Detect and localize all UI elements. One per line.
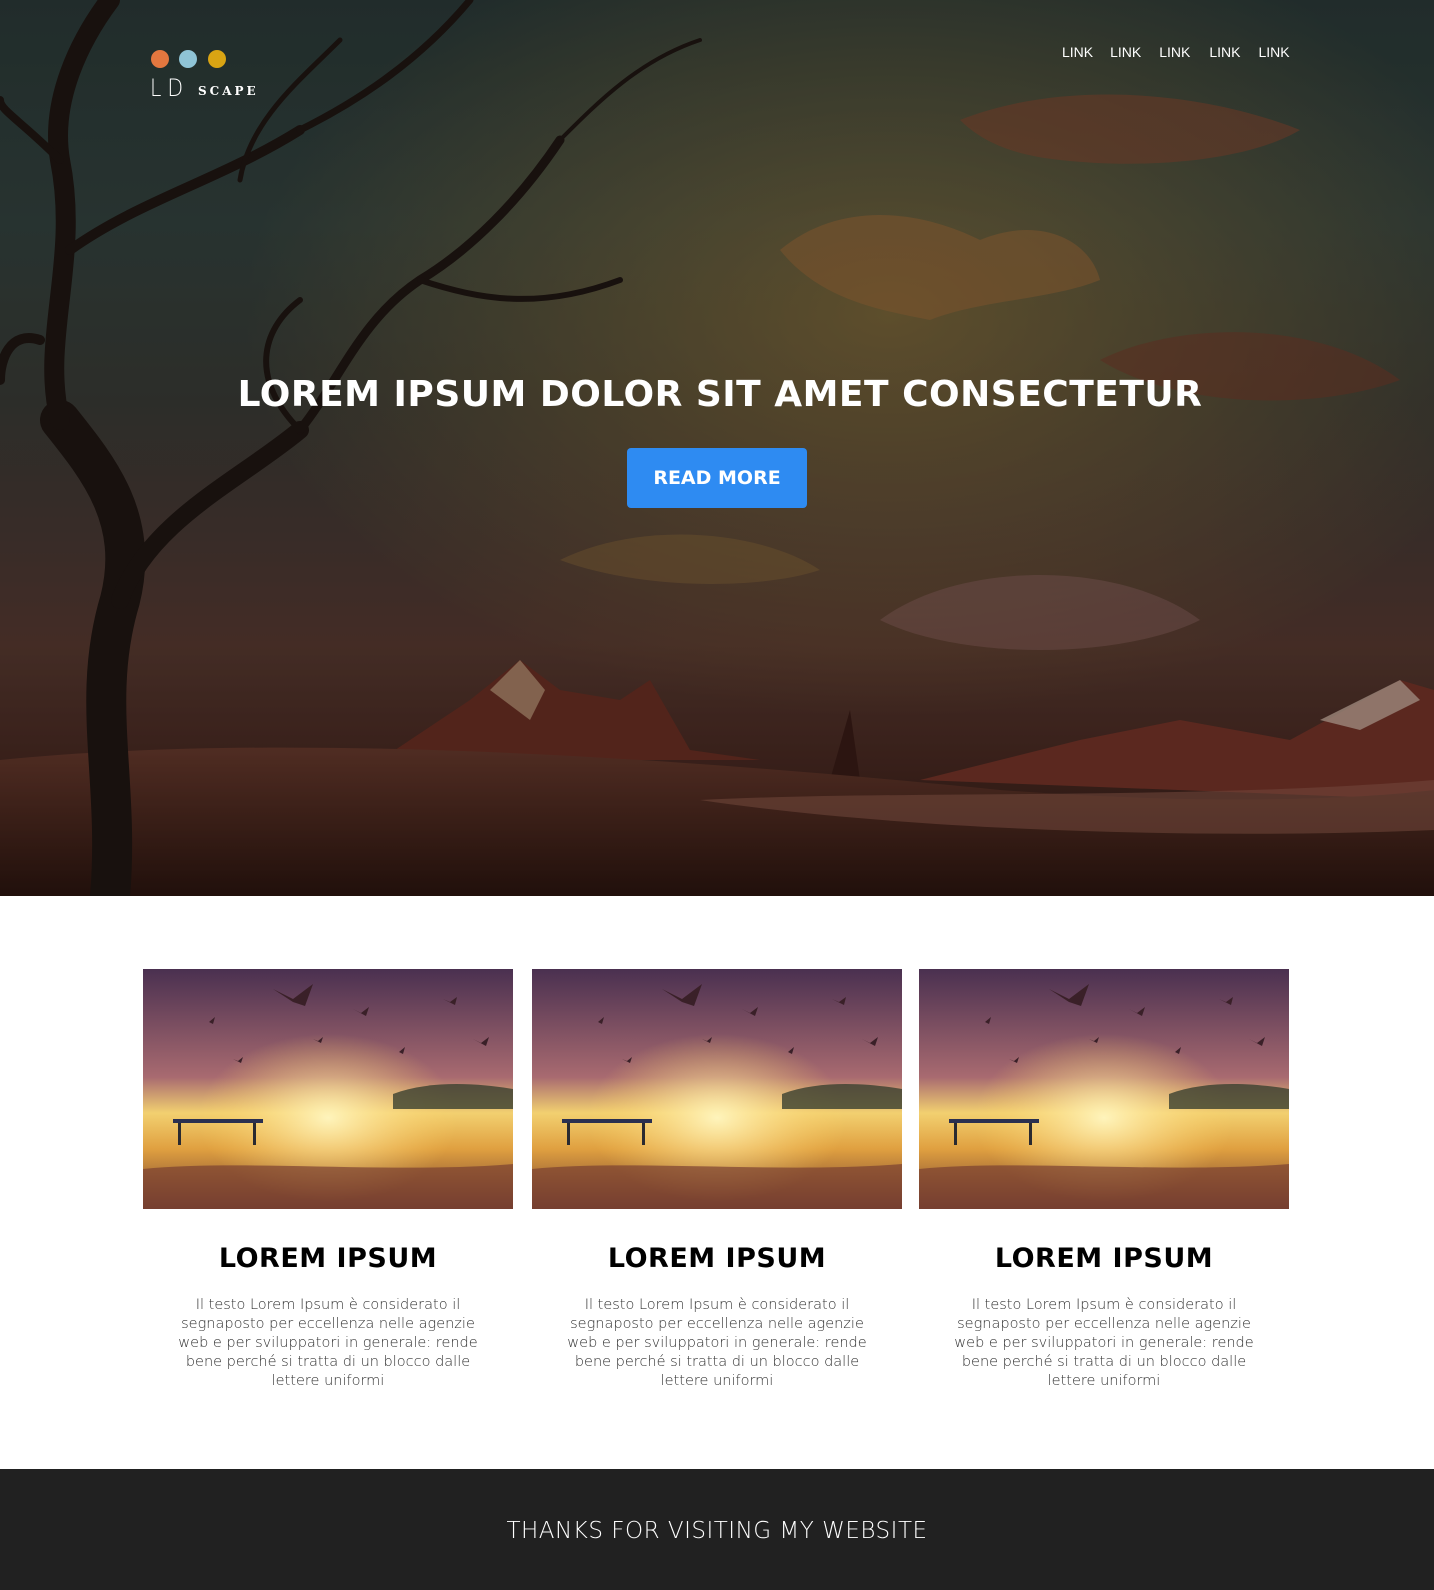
- card: LOREM IPSUM Il testo Lorem Ipsum è consi…: [532, 969, 902, 1391]
- card-title: LOREM IPSUM: [607, 1243, 827, 1274]
- card-text: Il testo Lorem Ipsum è considerato il se…: [954, 1297, 1254, 1389]
- footer-text: THANKS FOR VISITING MY WEBSITE: [506, 1518, 928, 1544]
- logo-word: SCAPE: [198, 84, 259, 98]
- card-image[interactable]: [919, 969, 1289, 1209]
- footer: THANKS FOR VISITING MY WEBSITE: [0, 1469, 1434, 1590]
- card-image[interactable]: [532, 969, 902, 1209]
- logo-dot-orange: [151, 50, 169, 68]
- logo[interactable]: LD SCAPE: [150, 48, 260, 104]
- card-title: LOREM IPSUM: [994, 1243, 1214, 1274]
- top-nav: LINK LINK LINK LINK LINK: [1062, 44, 1290, 60]
- logo-dot-blue: [179, 50, 197, 68]
- card-text: Il testo Lorem Ipsum è considerato il se…: [567, 1297, 867, 1389]
- hero-title: LOREM IPSUM DOLOR SIT AMET CONSECTETUR: [237, 374, 1203, 415]
- nav-link-1[interactable]: LINK: [1062, 44, 1093, 60]
- cards-section: LOREM IPSUM Il testo Lorem Ipsum è consi…: [143, 969, 1291, 1389]
- hero-section: LD SCAPE LINK LINK LINK LINK LINK LOREM …: [0, 0, 1434, 896]
- card-title: LOREM IPSUM: [218, 1243, 438, 1274]
- nav-link-3[interactable]: LINK: [1159, 44, 1190, 60]
- logo-letters: LD: [150, 74, 189, 102]
- nav-link-5[interactable]: LINK: [1259, 44, 1290, 60]
- card-text: Il testo Lorem Ipsum è considerato il se…: [178, 1297, 478, 1389]
- nav-link-4[interactable]: LINK: [1209, 44, 1240, 60]
- card: LOREM IPSUM Il testo Lorem Ipsum è consi…: [143, 969, 513, 1391]
- logo-dot-gold: [208, 50, 226, 68]
- card-image[interactable]: [143, 969, 513, 1209]
- nav-link-2[interactable]: LINK: [1110, 44, 1141, 60]
- read-more-button[interactable]: READ MORE: [627, 448, 807, 508]
- card: LOREM IPSUM Il testo Lorem Ipsum è consi…: [919, 969, 1289, 1391]
